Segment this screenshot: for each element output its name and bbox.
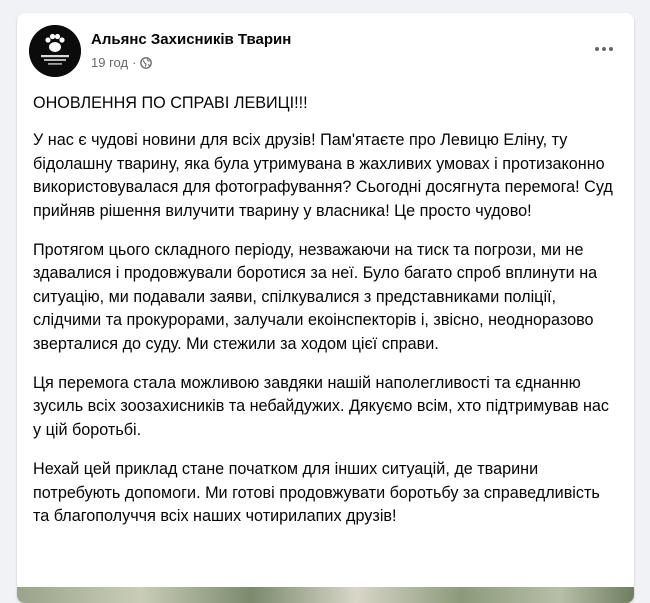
more-dot bbox=[602, 47, 606, 51]
post-image-preview[interactable] bbox=[17, 587, 634, 603]
post-meta: 19 год · bbox=[91, 55, 153, 70]
post-paragraph: У нас є чудові новини для всіх друзів! П… bbox=[33, 131, 613, 220]
page-name-link[interactable]: Альянс Захисників Тварин bbox=[91, 31, 291, 48]
post-timestamp[interactable]: 19 год bbox=[91, 55, 128, 70]
page-avatar[interactable] bbox=[29, 25, 81, 77]
post-card: Альянс Захисників Тварин 19 год · ОНОВЛЕ… bbox=[17, 13, 634, 603]
post-paragraph: Нехай цей приклад стане початком для інш… bbox=[33, 460, 600, 526]
more-dot bbox=[609, 47, 613, 51]
paw-logo-icon bbox=[29, 25, 81, 77]
more-horizontal-icon bbox=[595, 47, 599, 51]
post-headline: ОНОВЛЕННЯ ПО СПРАВІ ЛЕВИЦІ!!! bbox=[33, 94, 308, 112]
post-text: ОНОВЛЕННЯ ПО СПРАВІ ЛЕВИЦІ!!! У нас є чу… bbox=[33, 92, 620, 545]
more-options-button[interactable] bbox=[586, 31, 622, 67]
meta-separator: · bbox=[132, 55, 137, 70]
post-paragraph: Протягом цього складного періоду, незваж… bbox=[33, 241, 598, 353]
post-header: Альянс Захисників Тварин 19 год · bbox=[29, 25, 622, 77]
globe-icon[interactable] bbox=[140, 56, 153, 69]
post-paragraph: Ця перемога стала можливою завдяки нашій… bbox=[33, 374, 610, 439]
